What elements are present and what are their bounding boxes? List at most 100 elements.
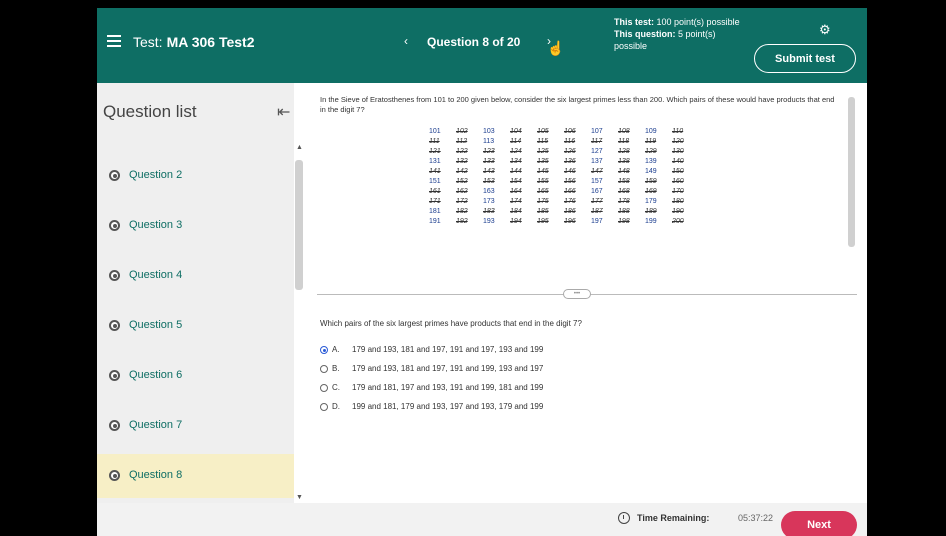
sieve-number: 102: [456, 128, 468, 135]
sieve-number: 133: [483, 158, 495, 165]
sieve-number: 184: [510, 208, 522, 215]
sieve-number: 141: [429, 168, 441, 175]
question-list: Question 2 Question 3 Question 4 Question 5…: [97, 142, 294, 502]
question-status-icon: [109, 270, 120, 281]
gear-icon[interactable]: ⚙: [819, 22, 831, 38]
answer-radio[interactable]: [320, 384, 328, 392]
sidebar-item-question[interactable]: Question 4: [97, 254, 294, 298]
option-letter: A.: [332, 345, 340, 354]
app-window: Test: MA 306 Test2 ‹ Question 8 of 20 › ☝…: [97, 8, 867, 536]
answer-question: Which pairs of the six largest primes ha…: [320, 319, 582, 328]
pane-resize-handle[interactable]: •••: [563, 289, 591, 299]
sidebar-item-question[interactable]: Question 6: [97, 354, 294, 398]
menu-icon[interactable]: [107, 35, 121, 47]
question-status-icon: [109, 370, 120, 381]
collapse-sidebar-icon[interactable]: ⇤: [277, 102, 290, 122]
clock-icon: [618, 512, 630, 524]
sieve-number: 160: [672, 178, 684, 185]
sieve-number: 146: [564, 168, 576, 175]
sidebar-item-question[interactable]: Question 5: [97, 304, 294, 348]
sieve-number: 140: [672, 158, 684, 165]
test-prefix: Test:: [133, 34, 163, 50]
answer-radio[interactable]: [320, 403, 328, 411]
sieve-number: 190: [672, 208, 684, 215]
answer-radio[interactable]: [320, 346, 328, 354]
sieve-number: 166: [564, 188, 576, 195]
sieve-number: 115: [537, 138, 549, 145]
sieve-number: 111: [429, 138, 440, 145]
scroll-up-arrow-icon[interactable]: ▲: [296, 144, 303, 151]
sieve-number: 108: [618, 128, 630, 135]
sieve-number: 176: [564, 198, 576, 205]
question-status-icon: [109, 420, 120, 431]
sidebar-item-question[interactable]: Question 7: [97, 404, 294, 448]
sieve-number: 118: [618, 138, 630, 145]
sieve-number: 126: [564, 148, 576, 155]
sieve-number: 185: [537, 208, 549, 215]
question-stem: In the Sieve of Eratosthenes from 101 to…: [320, 95, 835, 114]
scroll-down-arrow-icon[interactable]: ▼: [296, 494, 303, 501]
sieve-row: 171 172 173 174 175 176 177 178 179 180: [429, 197, 749, 207]
sidebar-item-question[interactable]: Question 2: [97, 154, 294, 198]
answer-radio[interactable]: [320, 365, 328, 373]
sieve-number: 178: [618, 198, 630, 205]
sieve-number: 183: [483, 208, 495, 215]
option-text: 179 and 193, 181 and 197, 191 and 199, 1…: [352, 364, 544, 373]
hand-cursor-icon: ☝: [547, 40, 565, 56]
sidebar-scrollbar[interactable]: [295, 160, 303, 290]
sieve-row: 121 122 123 124 125 126 127 128 129 130: [429, 147, 749, 157]
sieve-number: 107: [591, 128, 603, 135]
sieve-number: 122: [456, 148, 468, 155]
sieve-number: 189: [645, 208, 657, 215]
sieve-number: 144: [510, 168, 522, 175]
sieve-number: 119: [645, 138, 657, 145]
sieve-number: 196: [564, 218, 576, 225]
test-name: MA 306 Test2: [166, 34, 255, 50]
sieve-row: 151 152 153 154 155 156 157 158 159 160: [429, 177, 749, 187]
option-text: 199 and 181, 179 and 193, 197 and 193, 1…: [352, 402, 544, 411]
problem-scrollbar[interactable]: [848, 97, 855, 247]
points-test-value: 100 point(s) possible: [656, 17, 740, 27]
sieve-number: 150: [672, 168, 684, 175]
sieve-number: 137: [591, 158, 603, 165]
question-status-icon: [109, 470, 120, 481]
sidebar-item-label: Question 5: [129, 319, 183, 331]
option-letter: D.: [332, 402, 340, 411]
sieve-row: 131 132 133 134 135 136 137 138 139 140: [429, 157, 749, 167]
sieve-number: 198: [618, 218, 630, 225]
time-remaining-label: Time Remaining:: [637, 513, 710, 523]
sieve-row: 111 112 113 114 115 116 117 118 119 120: [429, 137, 749, 147]
sieve-number: 151: [429, 178, 441, 185]
sieve-number: 110: [672, 128, 684, 135]
sieve-number: 195: [537, 218, 549, 225]
sieve-number: 125: [537, 148, 549, 155]
sieve-number: 147: [591, 168, 603, 175]
sidebar-item-question[interactable]: Question 3: [97, 204, 294, 248]
submit-test-button[interactable]: Submit test: [754, 44, 856, 73]
previous-question-button[interactable]: ‹: [397, 32, 415, 50]
next-button[interactable]: Next: [781, 511, 857, 536]
test-title: Test: MA 306 Test2: [133, 34, 255, 50]
sieve-number: 193: [483, 218, 495, 225]
sieve-number: 156: [564, 178, 576, 185]
sidebar-item-label: Question 2: [129, 169, 183, 181]
sieve-number: 168: [618, 188, 630, 195]
sieve-number: 170: [672, 188, 684, 195]
sidebar-item-question[interactable]: Question 8: [97, 454, 294, 498]
question-panel: In the Sieve of Eratosthenes from 101 to…: [307, 83, 867, 503]
sieve-number: 181: [429, 208, 441, 215]
sieve-number: 154: [510, 178, 522, 185]
sieve-number: 127: [591, 148, 603, 155]
sieve-number: 132: [456, 158, 468, 165]
sieve-number: 191: [429, 218, 441, 225]
sieve-number: 130: [672, 148, 684, 155]
sieve-number: 153: [483, 178, 495, 185]
option-text: 179 and 181, 197 and 193, 191 and 199, 1…: [352, 383, 544, 392]
sieve-number: 192: [456, 218, 468, 225]
sidebar-item-label: Question 4: [129, 269, 183, 281]
sieve-number: 131: [429, 158, 441, 165]
sieve-number: 159: [645, 178, 657, 185]
sieve-number: 186: [564, 208, 576, 215]
question-list-title: Question list: [103, 102, 197, 121]
sieve-number: 121: [429, 148, 441, 155]
